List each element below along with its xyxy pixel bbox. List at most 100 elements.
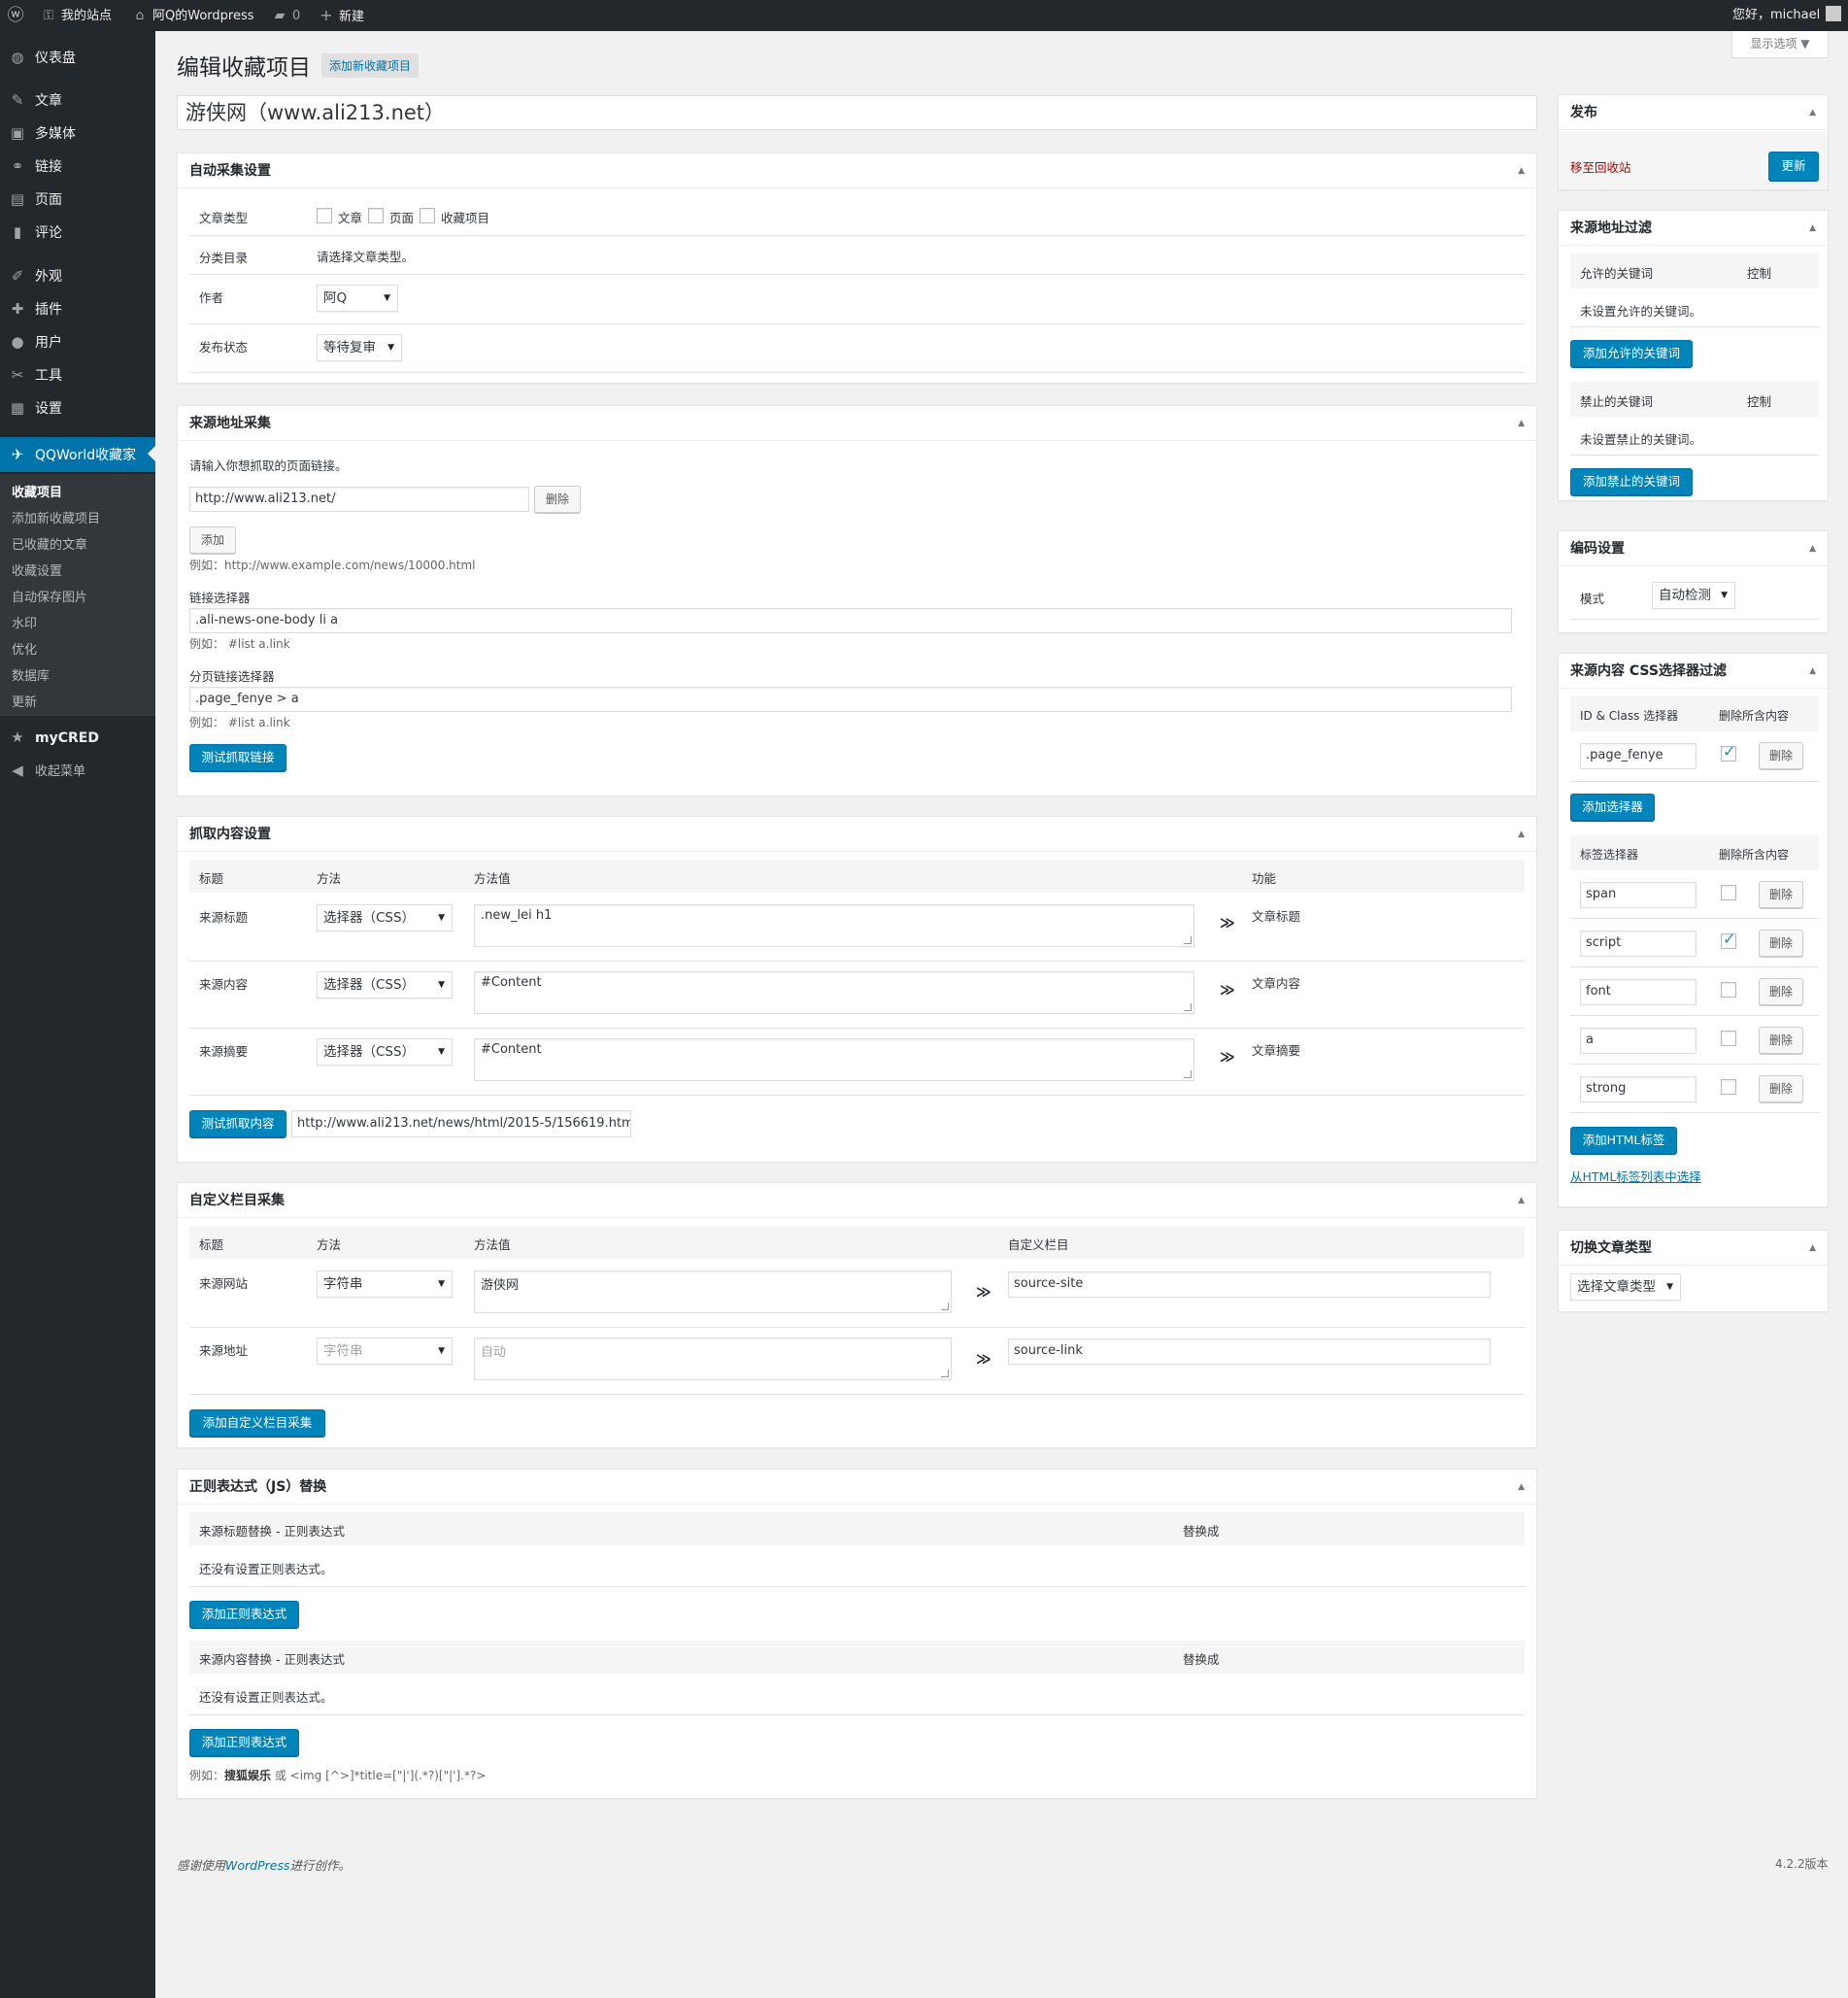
id-class-selector-input[interactable]: .page_fenye bbox=[1580, 743, 1697, 769]
delete-content-checkbox[interactable] bbox=[1721, 1031, 1736, 1046]
sidebar-item-posts[interactable]: ✎ 文章 bbox=[0, 84, 155, 117]
update-button[interactable]: 更新 bbox=[1768, 152, 1819, 181]
test-grab-content-button[interactable]: 测试抓取内容 bbox=[189, 1110, 286, 1137]
delete-content-checkbox[interactable] bbox=[1721, 1079, 1736, 1095]
add-selector-button[interactable]: 添加选择器 bbox=[1570, 794, 1655, 821]
method-select[interactable]: 字符串 ▼ bbox=[317, 1270, 453, 1298]
method-value-textarea[interactable]: 游侠网 bbox=[474, 1270, 952, 1313]
add-allowed-keyword-button[interactable]: 添加允许的关键词 bbox=[1570, 340, 1693, 367]
submenu-item-watermark[interactable]: 水印 bbox=[12, 613, 37, 631]
sidebar-item-links[interactable]: ⚭ 链接 bbox=[0, 150, 155, 183]
submenu-item-add-new[interactable]: 添加新收藏项目 bbox=[12, 508, 100, 526]
custom-field-input[interactable]: source-site bbox=[1008, 1271, 1491, 1298]
collapse-menu-button[interactable]: ◀ 收起菜单 bbox=[0, 754, 155, 787]
method-select[interactable]: 选择器（CSS） ▼ bbox=[317, 1038, 453, 1066]
encoding-mode-select[interactable]: 自动检测 ▼ bbox=[1652, 582, 1735, 609]
post-type-checkbox-post[interactable] bbox=[317, 208, 332, 223]
admin-bar-site[interactable]: ⚿ 我的站点 bbox=[39, 0, 112, 31]
trash-link[interactable]: 移至回收站 bbox=[1570, 157, 1631, 176]
box-header[interactable]: 发布 ▲ bbox=[1559, 95, 1828, 130]
admin-bar-new[interactable]: + 新建 bbox=[317, 0, 364, 31]
author-select[interactable]: 阿Q ▼ bbox=[317, 285, 398, 312]
submenu-item-collector-settings[interactable]: 收藏设置 bbox=[12, 560, 62, 579]
box-header[interactable]: 来源内容 CSS选择器过滤 ▲ bbox=[1559, 654, 1828, 689]
box-header[interactable]: 切换文章类型 ▲ bbox=[1559, 1231, 1828, 1266]
tag-selector-input[interactable]: a bbox=[1580, 1028, 1697, 1054]
wordpress-logo-icon[interactable]: ⓦ bbox=[6, 0, 28, 31]
box-header[interactable]: 自定义栏目采集 ▲ bbox=[178, 1183, 1536, 1218]
box-header[interactable]: 编码设置 ▲ bbox=[1559, 531, 1828, 566]
delete-url-button[interactable]: 删除 bbox=[534, 486, 581, 513]
method-value-textarea[interactable]: .new_lei h1 bbox=[474, 904, 1194, 947]
sidebar-item-appearance[interactable]: ✐ 外观 bbox=[0, 259, 155, 292]
post-type-checkbox-collection[interactable] bbox=[420, 208, 435, 223]
tag-selector-input[interactable]: font bbox=[1580, 979, 1697, 1005]
toggle-arrow-icon[interactable]: ▲ bbox=[1518, 817, 1525, 852]
method-value-textarea-disabled[interactable]: 自动 bbox=[474, 1338, 952, 1380]
admin-bar-blog[interactable]: ⌂ 阿Q的Wordpress bbox=[130, 0, 254, 31]
sidebar-item-pages[interactable]: ▤ 页面 bbox=[0, 183, 155, 216]
admin-bar-account[interactable]: 您好，michael bbox=[1732, 0, 1842, 31]
delete-tag-button[interactable]: 删除 bbox=[1759, 930, 1803, 957]
pagination-selector-input[interactable]: .page_fenye > a bbox=[189, 687, 1512, 712]
delete-tag-button[interactable]: 删除 bbox=[1759, 978, 1803, 1005]
box-header[interactable]: 正则表达式（JS）替换 ▲ bbox=[178, 1470, 1536, 1505]
toggle-arrow-icon[interactable]: ▲ bbox=[1518, 153, 1525, 188]
admin-bar-comments[interactable]: ▰ 0 bbox=[270, 0, 301, 31]
delete-selector-button[interactable]: 删除 bbox=[1759, 742, 1803, 769]
source-url-input[interactable]: http://www.ali213.net/ bbox=[189, 487, 529, 512]
sidebar-item-comments[interactable]: ▮ 评论 bbox=[0, 216, 155, 249]
sidebar-item-media[interactable]: ▣ 多媒体 bbox=[0, 117, 155, 150]
test-grab-links-button[interactable]: 测试抓取链接 bbox=[189, 744, 286, 771]
custom-field-input[interactable]: source-link bbox=[1008, 1338, 1491, 1365]
add-denied-keyword-button[interactable]: 添加禁止的关键词 bbox=[1570, 468, 1693, 495]
post-title-input[interactable]: 游侠网（www.ali213.net） bbox=[177, 95, 1537, 130]
submenu-item-database[interactable]: 数据库 bbox=[12, 665, 50, 684]
toggle-arrow-icon[interactable]: ▲ bbox=[1809, 211, 1816, 246]
submenu-item-collections[interactable]: 收藏项目 bbox=[12, 482, 62, 500]
sidebar-item-tools[interactable]: ✂ 工具 bbox=[0, 358, 155, 391]
sidebar-item-plugins[interactable]: ✚ 插件 bbox=[0, 292, 155, 325]
submenu-item-collected-posts[interactable]: 已收藏的文章 bbox=[12, 534, 87, 553]
post-type-select[interactable]: 选择文章类型 ▼ bbox=[1570, 1273, 1681, 1301]
delete-content-checkbox[interactable]: ✓ bbox=[1721, 930, 1736, 949]
box-header[interactable]: 抓取内容设置 ▲ bbox=[178, 817, 1536, 852]
delete-content-checkbox[interactable] bbox=[1721, 982, 1736, 998]
sidebar-item-qqworld-collector[interactable]: ✈ QQWorld收藏家 bbox=[0, 437, 155, 472]
sidebar-item-users[interactable]: ● 用户 bbox=[0, 325, 155, 358]
add-url-button[interactable]: 添加 bbox=[189, 526, 236, 554]
toggle-arrow-icon[interactable]: ▲ bbox=[1809, 654, 1816, 689]
add-new-button[interactable]: 添加新收藏项目 bbox=[321, 53, 420, 78]
sidebar-item-mycred[interactable]: ★ myCRED bbox=[0, 721, 155, 754]
toggle-arrow-icon[interactable]: ▲ bbox=[1518, 1470, 1525, 1505]
toggle-arrow-icon[interactable]: ▲ bbox=[1809, 1231, 1816, 1266]
box-header[interactable]: 来源地址采集 ▲ bbox=[178, 406, 1536, 441]
link-selector-input[interactable]: .ali-news-one-body li a bbox=[189, 608, 1512, 633]
box-header[interactable]: 自动采集设置 ▲ bbox=[178, 153, 1536, 188]
submenu-item-optimize[interactable]: 优化 bbox=[12, 639, 37, 658]
delete-content-checkbox[interactable]: ✓ bbox=[1721, 742, 1736, 762]
delete-content-checkbox[interactable] bbox=[1721, 885, 1736, 900]
sidebar-item-dashboard[interactable]: ◍ 仪表盘 bbox=[0, 41, 155, 74]
tag-selector-input[interactable]: script bbox=[1580, 931, 1697, 957]
delete-tag-button[interactable]: 删除 bbox=[1759, 881, 1803, 908]
toggle-arrow-icon[interactable]: ▲ bbox=[1809, 95, 1816, 130]
toggle-arrow-icon[interactable]: ▲ bbox=[1518, 1183, 1525, 1218]
status-select[interactable]: 等待复审 ▼ bbox=[317, 334, 402, 361]
pick-from-html-tag-list-link[interactable]: 从HTML标签列表中选择 bbox=[1570, 1167, 1701, 1185]
tag-selector-input[interactable]: strong bbox=[1580, 1076, 1697, 1102]
method-value-textarea[interactable]: #Content bbox=[474, 1038, 1194, 1081]
submenu-item-update[interactable]: 更新 bbox=[12, 692, 37, 710]
test-url-input[interactable]: http://www.ali213.net/news/html/2015-5/1… bbox=[291, 1110, 631, 1137]
delete-tag-button[interactable]: 删除 bbox=[1759, 1075, 1803, 1102]
wordpress-link[interactable]: WordPress bbox=[225, 1858, 289, 1873]
box-header[interactable]: 来源地址过滤 ▲ bbox=[1559, 211, 1828, 246]
screen-options-button[interactable]: 显示选项 ▼ bbox=[1731, 31, 1829, 58]
post-type-checkbox-page[interactable] bbox=[368, 208, 384, 223]
method-value-textarea[interactable]: #Content bbox=[474, 971, 1194, 1014]
add-regex-content-button[interactable]: 添加正则表达式 bbox=[189, 1729, 299, 1756]
add-custom-field-button[interactable]: 添加自定义栏目采集 bbox=[189, 1409, 325, 1437]
method-select[interactable]: 选择器（CSS） ▼ bbox=[317, 904, 453, 931]
submenu-item-auto-save-images[interactable]: 自动保存图片 bbox=[12, 587, 87, 605]
delete-tag-button[interactable]: 删除 bbox=[1759, 1027, 1803, 1054]
